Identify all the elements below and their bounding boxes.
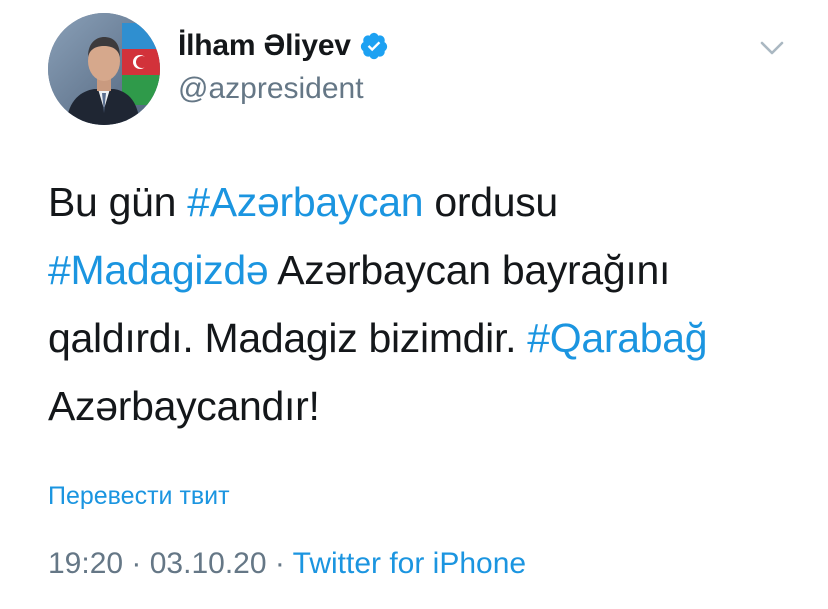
tweet-text-line: Bu gün #Azərbaycan ordusu [48, 168, 788, 236]
tweet-text-segment: ordusu [423, 179, 558, 225]
tweet-text: Bu gün #Azərbaycan ordusu #Madagizdə Azər… [48, 168, 788, 440]
tweet-text-line: #Madagizdə Azərbaycan bayrağını [48, 236, 788, 304]
tweet-text-segment: qaldırdı. Madagiz bizimdir. [48, 315, 528, 361]
tweet-text-segment: Azərbaycan bayrağını [268, 247, 671, 293]
display-name-row: İlham Əliyev [178, 26, 389, 66]
tweet-text-segment: Azərbaycandır! [48, 383, 320, 429]
tweet-time[interactable]: 19:20 [48, 547, 123, 580]
tweet-text-line: qaldırdı. Madagiz bizimdir. #Qarabağ [48, 304, 788, 372]
tweet-text-line: Azərbaycandır! [48, 372, 788, 440]
handle[interactable]: @azpresident [178, 72, 389, 106]
avatar-photo [48, 13, 160, 125]
avatar[interactable] [48, 13, 160, 125]
tweet-card: İlham Əliyev @azpresident Bu gün #Azərba… [0, 0, 828, 609]
tweet-source-link[interactable]: Twitter for iPhone [293, 547, 526, 580]
meta-separator: · [266, 547, 293, 580]
hashtag-link[interactable]: #Qarabağ [527, 315, 707, 361]
translate-tweet-link[interactable]: Перевести твит [48, 482, 230, 511]
verified-badge-icon [359, 31, 389, 61]
meta-separator: · [123, 547, 150, 580]
author-info: İlham Əliyev @azpresident [178, 26, 389, 106]
chevron-down-icon[interactable] [757, 34, 787, 62]
display-name[interactable]: İlham Əliyev [178, 29, 351, 63]
tweet-date[interactable]: 03.10.20 [150, 547, 267, 580]
tweet-meta: 19:20 · 03.10.20 · Twitter for iPhone [48, 547, 526, 581]
hashtag-link[interactable]: #Madagizdə [48, 247, 269, 293]
tweet-text-segment: Bu gün [48, 179, 188, 225]
hashtag-link[interactable]: #Azərbaycan [187, 179, 423, 225]
